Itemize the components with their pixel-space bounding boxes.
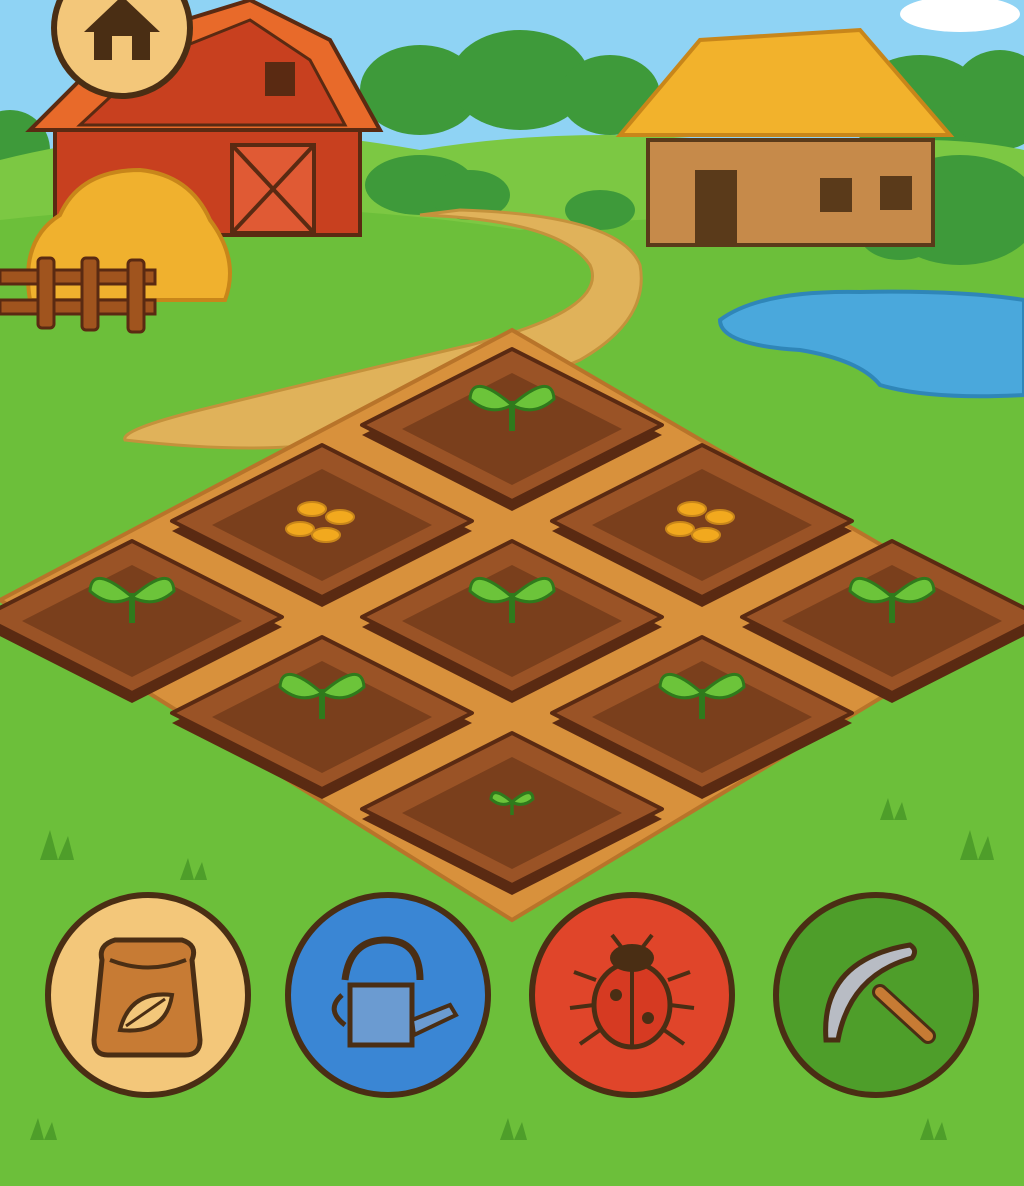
seeds-tool-button[interactable]	[45, 892, 251, 1098]
watering-can-button[interactable]	[285, 892, 491, 1098]
harvest-tool-button[interactable]	[773, 892, 979, 1098]
scene-canvas	[0, 0, 1024, 1186]
seed-bag-icon	[91, 937, 203, 1058]
farm-game-scene	[0, 0, 1024, 1186]
pest-control-button[interactable]	[529, 892, 735, 1098]
